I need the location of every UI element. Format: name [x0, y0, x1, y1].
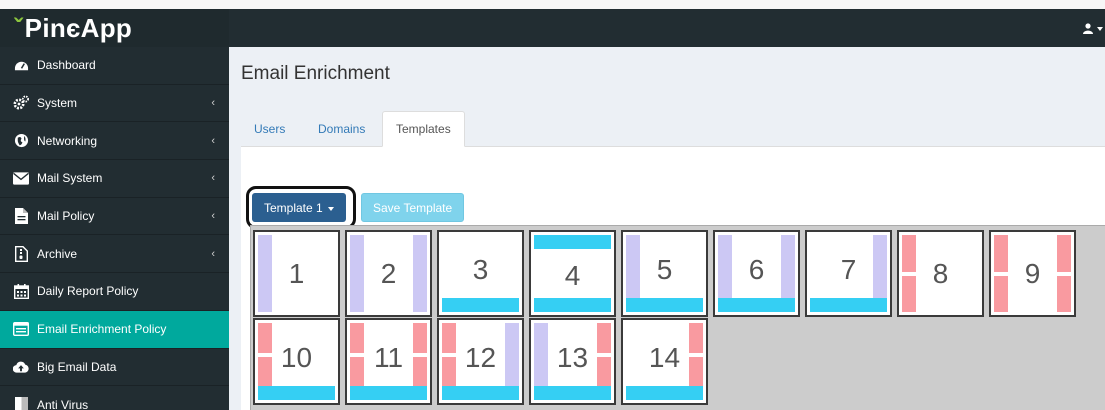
- sidebar-item-label: Anti Virus: [37, 397, 89, 410]
- file-icon: [13, 208, 29, 225]
- main-content: Email Enrichment Users Domains Templates…: [229, 47, 1105, 410]
- sidebar-item-system[interactable]: System ‹: [0, 85, 229, 123]
- chevron-left-icon: ‹: [211, 247, 215, 260]
- template-number: 6: [748, 253, 765, 285]
- tab-bar: Users Domains Templates: [241, 111, 1105, 147]
- chevron-left-icon: ‹: [211, 134, 215, 147]
- template-tile-11[interactable]: 11: [345, 318, 432, 405]
- sidebar-item-label: Big Email Data: [37, 359, 117, 374]
- dashboard-icon: [13, 57, 29, 73]
- template-number: 9: [1024, 257, 1041, 289]
- sidebar-item-big-email-data[interactable]: Big Email Data: [0, 349, 229, 387]
- sidebar-item-label: Dashboard: [37, 58, 96, 73]
- template-number: 11: [373, 341, 404, 373]
- template-grid: 1 2 3 4 5 6 7 8 9 10 11 12 13 14: [250, 225, 1105, 410]
- shield-icon: [13, 397, 29, 410]
- template-tile-4[interactable]: 4: [529, 230, 616, 317]
- template-number: 14: [648, 341, 681, 373]
- sidebar-item-label: Email Enrichment Policy: [37, 322, 167, 337]
- logo-text: PinєApp: [24, 13, 133, 43]
- template-tile-10[interactable]: 10: [253, 318, 340, 405]
- template-number: 3: [472, 253, 489, 285]
- template-number: 12: [464, 341, 497, 373]
- browser-top-strip: [0, 0, 1105, 9]
- chevron-left-icon: ‹: [211, 97, 215, 110]
- sidebar: Dashboard System ‹ Networking ‹ Mail Sys…: [0, 47, 229, 410]
- sidebar-item-archive[interactable]: Archive ‹: [0, 235, 229, 274]
- template-tile-6[interactable]: 6: [713, 230, 800, 317]
- sidebar-item-mail-system[interactable]: Mail System ‹: [0, 160, 229, 198]
- template-tile-7[interactable]: 7: [805, 230, 892, 317]
- template-tile-3[interactable]: 3: [437, 230, 524, 317]
- template-tile-1[interactable]: 1: [253, 230, 340, 317]
- cloud-upload-icon: [13, 359, 29, 375]
- template-tile-2[interactable]: 2: [345, 230, 432, 317]
- template-number: 13: [556, 341, 589, 373]
- envelope-icon: [13, 170, 29, 186]
- template-number: 2: [380, 257, 397, 289]
- user-menu-caret-icon: [1097, 27, 1103, 31]
- template-number: 1: [288, 257, 305, 289]
- sidebar-item-email-enrichment-policy[interactable]: Email Enrichment Policy: [0, 310, 229, 349]
- templates-panel: Template 1 Save Template 1 2 3 4 5 6 7 8 9 10 11 12…: [241, 147, 1105, 410]
- calendar-icon: [13, 283, 29, 299]
- template-tile-8[interactable]: 8: [897, 230, 984, 317]
- template-number: 7: [840, 253, 857, 285]
- sidebar-item-label: Mail System: [37, 171, 103, 186]
- caret-down-icon: [327, 206, 334, 211]
- sidebar-item-label: Networking: [37, 133, 98, 148]
- user-icon: [1083, 22, 1093, 34]
- page-title: Email Enrichment: [241, 63, 390, 84]
- template-tile-13[interactable]: 13: [529, 318, 616, 405]
- user-menu[interactable]: [1083, 9, 1103, 47]
- template-tile-14[interactable]: 14: [621, 318, 708, 405]
- tab-templates[interactable]: Templates: [382, 111, 465, 147]
- template-select-label: Template 1: [264, 200, 323, 215]
- sidebar-item-anti-virus[interactable]: Anti Virus: [0, 386, 229, 410]
- template-number: 8: [932, 257, 949, 289]
- sidebar-item-label: Daily Report Policy: [37, 284, 139, 299]
- sidebar-item-label: System: [37, 96, 78, 111]
- sidebar-item-daily-report-policy[interactable]: Daily Report Policy: [0, 273, 229, 311]
- list-box-icon: [13, 321, 29, 337]
- chevron-left-icon: ‹: [211, 172, 215, 185]
- cogs-icon: [13, 95, 29, 111]
- sidebar-item-mail-policy[interactable]: Mail Policy ‹: [0, 198, 229, 236]
- save-template-button[interactable]: Save Template: [361, 193, 465, 222]
- template-select-button[interactable]: Template 1: [252, 193, 346, 222]
- sidebar-item-dashboard[interactable]: Dashboard: [0, 47, 229, 85]
- tab-users[interactable]: Users: [241, 111, 298, 147]
- template-number: 4: [564, 259, 581, 291]
- sidebar-item-label: Archive: [37, 246, 78, 261]
- archive-file-icon: [13, 245, 29, 262]
- sidebar-item-label: Mail Policy: [37, 209, 95, 224]
- template-number: 5: [656, 253, 673, 285]
- chevron-left-icon: ‹: [211, 210, 215, 223]
- template-tile-5[interactable]: 5: [621, 230, 708, 317]
- template-tile-12[interactable]: 12: [437, 318, 524, 405]
- tab-domains[interactable]: Domains: [305, 111, 378, 147]
- template-number: 10: [280, 341, 313, 373]
- sidebar-item-networking[interactable]: Networking ‹: [0, 122, 229, 161]
- template-tile-9[interactable]: 9: [989, 230, 1076, 317]
- logo-mark-icon: ˇ: [14, 13, 23, 43]
- globe-icon: [13, 133, 29, 149]
- app-logo[interactable]: ˇ PinєApp: [0, 9, 229, 47]
